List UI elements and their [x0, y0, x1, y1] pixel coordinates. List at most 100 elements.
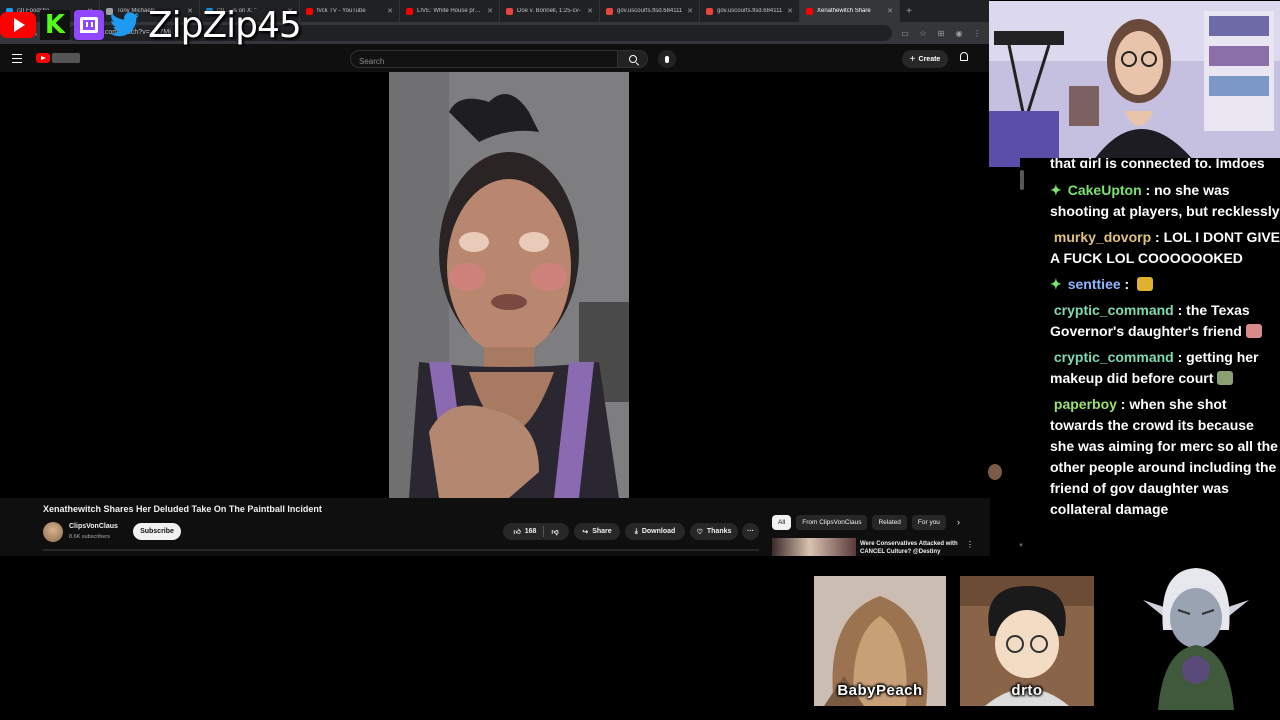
- browser-tab[interactable]: LIVE: White House press ✕: [400, 0, 500, 22]
- tab-label: Xenathewitch Share: [817, 8, 871, 14]
- live-chat-avatar[interactable]: [988, 464, 1002, 480]
- chat-username[interactable]: paperboy: [1054, 396, 1117, 412]
- filter-chip[interactable]: All: [772, 514, 792, 530]
- tab-close-icon[interactable]: ✕: [787, 7, 793, 15]
- babypeach-avatar-card: BabyPeach: [814, 576, 946, 706]
- tab-label: gov.uscourts.flsd.684111: [617, 8, 683, 14]
- browser-tab[interactable]: Xenathewitch Share ✕: [800, 0, 900, 22]
- elf-vtuber-avatar: [1138, 560, 1254, 710]
- browser-tab[interactable]: gov.uscourts.flsd.684111 ✕: [700, 0, 800, 22]
- thanks-button[interactable]: ♡ Thanks: [690, 523, 738, 540]
- voice-search-button[interactable]: [658, 50, 676, 68]
- hamburger-menu-icon[interactable]: [12, 54, 22, 63]
- babypeach-label: BabyPeach: [837, 682, 923, 699]
- thumbs-up-icon[interactable]: 👍︎: [513, 527, 520, 536]
- kebab-menu-icon[interactable]: ⋮: [966, 540, 972, 549]
- search-icon: [628, 55, 637, 63]
- like-dislike-group: 👍︎ 168 👎︎: [503, 523, 569, 540]
- divider: [543, 526, 545, 537]
- tab-favicon-icon: [806, 7, 813, 15]
- create-button[interactable]: + Create: [902, 50, 948, 68]
- chat-text: when she shot towards the crowd its beca…: [1050, 396, 1278, 517]
- recommended-thumbnail[interactable]: [772, 538, 856, 556]
- tab-close-icon[interactable]: ✕: [887, 7, 893, 15]
- youtube-wordmark[interactable]: [52, 53, 80, 63]
- thumbs-down-icon[interactable]: 👎︎: [551, 527, 558, 536]
- download-button[interactable]: ⤓ Download: [625, 523, 685, 540]
- tab-close-icon[interactable]: ✕: [487, 7, 493, 15]
- recommended-video[interactable]: Were Conservatives Attacked with CANCEL …: [772, 538, 972, 556]
- tab-favicon-icon: [306, 7, 313, 15]
- tab-close-icon[interactable]: ✕: [387, 7, 393, 15]
- share-arrow-icon: ↪: [582, 528, 589, 536]
- subscribe-button[interactable]: Subscribe: [133, 523, 181, 540]
- profile-icon[interactable]: ◉: [954, 29, 964, 38]
- new-tab-button[interactable]: +: [900, 0, 918, 22]
- video-frame-person: [389, 72, 629, 498]
- cast-icon[interactable]: ▭: [900, 29, 910, 38]
- video-title: Xenathewitch Shares Her Deluded Take On …: [43, 504, 322, 514]
- subscriber-count: 8.6K subscribers: [69, 534, 110, 540]
- chat-message: ✦ CakeUpton : no she was shooting at play…: [1050, 182, 1280, 219]
- tab-favicon-icon: [706, 7, 713, 15]
- download-icon: ⤓: [634, 527, 638, 535]
- thanks-label: Thanks: [706, 528, 732, 535]
- streamer-name: ZipZip45: [148, 4, 302, 46]
- notifications-bell-icon[interactable]: [958, 52, 970, 65]
- browser-tab[interactable]: fvck TV - YouTube ✕: [300, 0, 400, 22]
- chat-panel: ▼ that girl is connected to. Imdoes ✦ Cak…: [1018, 155, 1280, 558]
- chat-scroll-down-icon[interactable]: ▼: [1018, 543, 1024, 549]
- drto-avatar-card: drto: [960, 576, 1094, 706]
- youtube-icon: [0, 12, 36, 38]
- chevron-right-icon[interactable]: ›: [957, 517, 960, 527]
- chat-scrollbar[interactable]: [1020, 170, 1024, 190]
- recommended-title[interactable]: Were Conservatives Attacked with CANCEL …: [860, 540, 964, 556]
- tab-label: gov.uscourts.flsd.684111: [717, 8, 783, 14]
- video-progress-bar[interactable]: [43, 549, 759, 551]
- chat-username[interactable]: murky_dovorp: [1054, 229, 1151, 245]
- youtube-logo-icon[interactable]: [36, 53, 50, 63]
- filter-chip[interactable]: Related: [872, 514, 907, 530]
- chat-message: paperboy : when she shot towards the cro…: [1050, 396, 1278, 517]
- webcam-scene: [989, 1, 1280, 167]
- like-count[interactable]: 168: [525, 528, 537, 535]
- tab-label: LIVE: White House press: [417, 8, 484, 14]
- extension-icon[interactable]: ⊞: [936, 29, 946, 38]
- chat-emote-icon: [1217, 371, 1234, 385]
- chat-message: cryptic_command : the Texas Governor's d…: [1050, 300, 1280, 342]
- twitter-bird-icon: [108, 10, 142, 40]
- chat-username[interactable]: cryptic_command: [1054, 349, 1174, 365]
- channel-avatar[interactable]: [43, 522, 63, 542]
- menu-icon[interactable]: ⋮: [972, 29, 982, 38]
- search-button[interactable]: [618, 50, 648, 68]
- share-button[interactable]: ↪ Share: [574, 523, 620, 540]
- tab-label: Doe v. Bonnell, 1:25-cv-: [517, 8, 581, 14]
- chat-message: cryptic_command : getting her makeup did…: [1050, 349, 1259, 386]
- chat-username[interactable]: CakeUpton: [1068, 182, 1142, 198]
- youtube-header: + Create: [0, 46, 990, 72]
- tab-close-icon[interactable]: ✕: [587, 7, 593, 15]
- filter-chip[interactable]: From ClipsVonClaus: [796, 514, 868, 530]
- twitch-icon: [74, 10, 104, 40]
- search-input[interactable]: [351, 53, 617, 70]
- search-box: [350, 50, 618, 70]
- browser-tab[interactable]: gov.uscourts.flsd.684111 ✕: [600, 0, 700, 22]
- chat-emote-icon: [1245, 324, 1262, 338]
- kick-icon: K: [40, 10, 70, 40]
- tab-close-icon[interactable]: ✕: [687, 7, 693, 15]
- more-actions-button[interactable]: ···: [742, 523, 759, 540]
- channel-name[interactable]: ClipsVonClaus: [69, 523, 118, 530]
- chat-username[interactable]: senttiee: [1068, 276, 1121, 292]
- streamer-socials-overlay: K ZipZip45: [0, 4, 302, 46]
- video-player-area[interactable]: [0, 72, 1020, 498]
- filter-chip[interactable]: For you: [911, 514, 946, 530]
- browser-tab[interactable]: Doe v. Bonnell, 1:25-cv- ✕: [500, 0, 600, 22]
- tab-favicon-icon: [406, 7, 413, 15]
- chat-username[interactable]: cryptic_command: [1054, 302, 1174, 318]
- video-player[interactable]: [389, 72, 629, 498]
- bookmark-star-icon[interactable]: ☆: [918, 29, 928, 38]
- create-label: Create: [918, 55, 941, 63]
- recommendation-filter-chips: All From ClipsVonClaus Related For you ›: [772, 514, 960, 530]
- super-thanks-icon: ♡: [696, 528, 703, 536]
- tab-label: fvck TV - YouTube: [317, 8, 366, 14]
